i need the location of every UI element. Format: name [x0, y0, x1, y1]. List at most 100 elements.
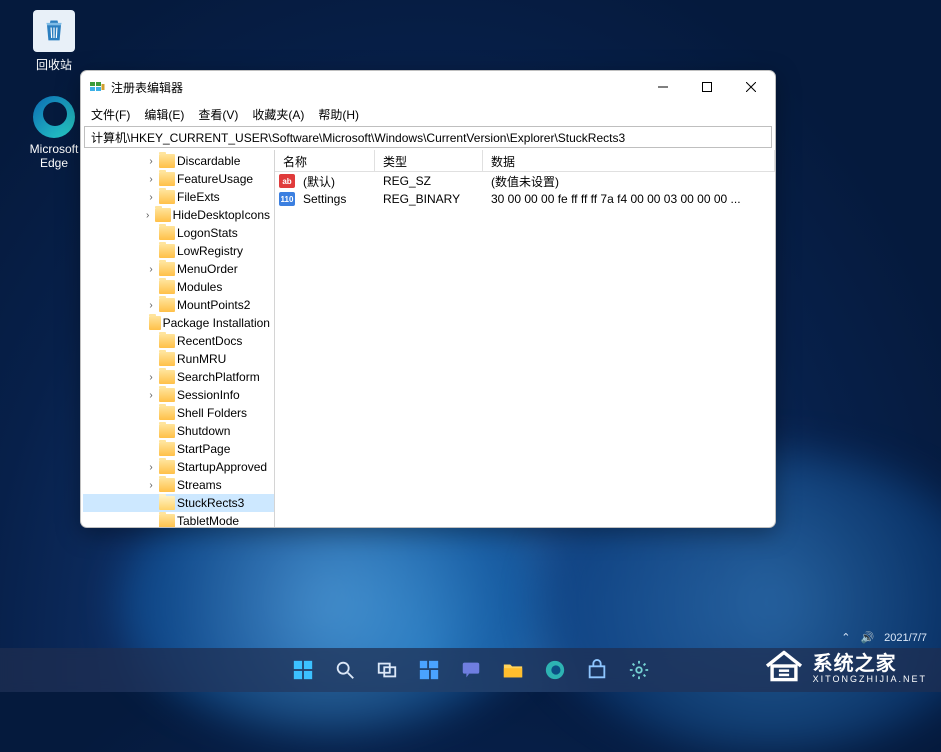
folder-icon — [159, 424, 175, 438]
menu-item[interactable]: 收藏夹(A) — [246, 105, 310, 124]
folder-icon — [159, 478, 175, 492]
tree-node-label: MenuOrder — [177, 262, 238, 276]
tree-node[interactable]: LowRegistry — [83, 242, 274, 260]
tree-node[interactable]: Package Installation — [83, 314, 274, 332]
tray-volume-icon[interactable]: 🔊 — [860, 631, 874, 644]
value-name: Settings — [295, 192, 375, 206]
expand-arrow-icon[interactable]: › — [145, 192, 157, 203]
tree-node-label: Package Installation — [163, 316, 270, 330]
tree-node[interactable]: Shell Folders — [83, 404, 274, 422]
expand-arrow-icon[interactable]: › — [145, 372, 157, 383]
column-name[interactable]: 名称 — [275, 150, 375, 171]
tree-node-label: SessionInfo — [177, 388, 240, 402]
expand-arrow-icon[interactable]: › — [145, 300, 157, 311]
task-view-button[interactable] — [369, 652, 405, 688]
tree-node[interactable]: › SearchPlatform — [83, 368, 274, 386]
tree-node[interactable]: ›FileExts — [83, 188, 274, 206]
value-row[interactable]: ab(默认)REG_SZ(数值未设置) — [275, 172, 775, 190]
folder-icon — [159, 226, 175, 240]
tree-node-label: HideDesktopIcons — [173, 208, 270, 222]
tree-node-label: Discardable — [177, 154, 240, 168]
expand-arrow-icon[interactable]: › — [145, 264, 157, 275]
tree-node-label: LowRegistry — [177, 244, 243, 258]
watermark-text: 系统之家 — [813, 647, 927, 676]
value-type: REG_BINARY — [375, 192, 483, 206]
expand-arrow-icon[interactable]: › — [145, 390, 157, 401]
tree-node[interactable]: Shutdown — [83, 422, 274, 440]
tree-node[interactable]: Modules — [83, 278, 274, 296]
chat-button[interactable] — [453, 652, 489, 688]
tree-node-label: SearchPlatform — [177, 370, 260, 384]
folder-icon — [159, 154, 175, 168]
value-row[interactable]: 110SettingsREG_BINARY30 00 00 00 fe ff f… — [275, 190, 775, 208]
folder-icon — [149, 316, 161, 330]
expand-arrow-icon[interactable]: › — [145, 480, 157, 491]
menu-item[interactable]: 查看(V) — [192, 105, 244, 124]
string-value-icon: ab — [279, 174, 295, 188]
column-type[interactable]: 类型 — [375, 150, 483, 171]
expand-arrow-icon[interactable]: › — [145, 174, 157, 185]
folder-icon — [159, 298, 175, 312]
value-name: (默认) — [295, 173, 375, 190]
folder-icon — [159, 406, 175, 420]
address-bar[interactable]: 计算机\HKEY_CURRENT_USER\Software\Microsoft… — [84, 126, 772, 148]
expand-arrow-icon[interactable]: › — [145, 462, 157, 473]
search-button[interactable] — [327, 652, 363, 688]
tree-node-label: RecentDocs — [177, 334, 242, 348]
tree-node-label: FeatureUsage — [177, 172, 253, 186]
tree-node-label: RunMRU — [177, 352, 226, 366]
registry-editor-window: 注册表编辑器 文件(F)编辑(E)查看(V)收藏夹(A)帮助(H) 计算机\HK… — [80, 70, 776, 528]
maximize-button[interactable] — [685, 72, 729, 102]
tree-pane[interactable]: ›Discardable›FeatureUsage›FileExts›HideD… — [81, 150, 275, 527]
tree-node[interactable]: ›Streams — [83, 476, 274, 494]
menu-item[interactable]: 编辑(E) — [138, 105, 190, 124]
expand-arrow-icon[interactable]: › — [145, 156, 157, 167]
menu-item[interactable]: 帮助(H) — [312, 105, 365, 124]
folder-icon — [159, 334, 175, 348]
tree-node-label: MountPoints2 — [177, 298, 250, 312]
menu-bar: 文件(F)编辑(E)查看(V)收藏夹(A)帮助(H) — [81, 103, 775, 125]
folder-icon — [159, 388, 175, 402]
values-pane[interactable]: 名称 类型 数据 ab(默认)REG_SZ(数值未设置)110SettingsR… — [275, 150, 775, 527]
tree-node[interactable]: › FeatureUsage — [83, 170, 274, 188]
menu-item[interactable]: 文件(F) — [85, 105, 136, 124]
tree-node[interactable]: › SessionInfo — [83, 386, 274, 404]
tree-node[interactable]: RunMRU — [83, 350, 274, 368]
tree-node[interactable]: › MenuOrder — [83, 260, 274, 278]
file-explorer-button[interactable] — [495, 652, 531, 688]
tree-node[interactable]: › MountPoints2 — [83, 296, 274, 314]
start-button[interactable] — [285, 652, 321, 688]
folder-icon — [155, 208, 170, 222]
tree-node[interactable]: ›StartupApproved — [83, 458, 274, 476]
address-text: 计算机\HKEY_CURRENT_USER\Software\Microsoft… — [91, 129, 625, 146]
tree-node[interactable]: RecentDocs — [83, 332, 274, 350]
tree-node-selected[interactable]: StuckRects3 — [83, 494, 274, 512]
tree-node-label: StartPage — [177, 442, 230, 456]
expand-arrow-icon[interactable]: › — [142, 210, 153, 221]
folder-icon — [159, 514, 175, 527]
close-button[interactable] — [729, 72, 773, 102]
edge-taskbar-button[interactable] — [537, 652, 573, 688]
tree-node[interactable]: StartPage — [83, 440, 274, 458]
watermark-house-icon — [763, 649, 805, 683]
store-button[interactable] — [579, 652, 615, 688]
tray-clock[interactable]: 2021/7/7 — [884, 632, 927, 644]
folder-icon — [159, 280, 175, 294]
title-bar[interactable]: 注册表编辑器 — [81, 71, 775, 103]
binary-value-icon: 110 — [279, 192, 295, 206]
tree-node[interactable]: › Discardable — [83, 152, 274, 170]
tray-chevron-icon[interactable]: ⌃ — [841, 631, 850, 644]
value-type: REG_SZ — [375, 174, 483, 188]
column-data[interactable]: 数据 — [483, 150, 775, 171]
tree-node-label: LogonStats — [177, 226, 238, 240]
tree-node[interactable]: › HideDesktopIcons — [83, 206, 274, 224]
system-tray[interactable]: ⌃ 🔊 2021/7/7 — [841, 631, 927, 644]
folder-icon — [159, 442, 175, 456]
tree-node[interactable]: LogonStats — [83, 224, 274, 242]
settings-taskbar-button[interactable] — [621, 652, 657, 688]
widgets-button[interactable] — [411, 652, 447, 688]
tree-node[interactable]: TabletMode — [83, 512, 274, 527]
desktop-icon-recycle-bin[interactable]: 回收站 — [18, 10, 90, 73]
value-data: 30 00 00 00 fe ff ff ff 7a f4 00 00 03 0… — [483, 192, 775, 206]
minimize-button[interactable] — [641, 72, 685, 102]
